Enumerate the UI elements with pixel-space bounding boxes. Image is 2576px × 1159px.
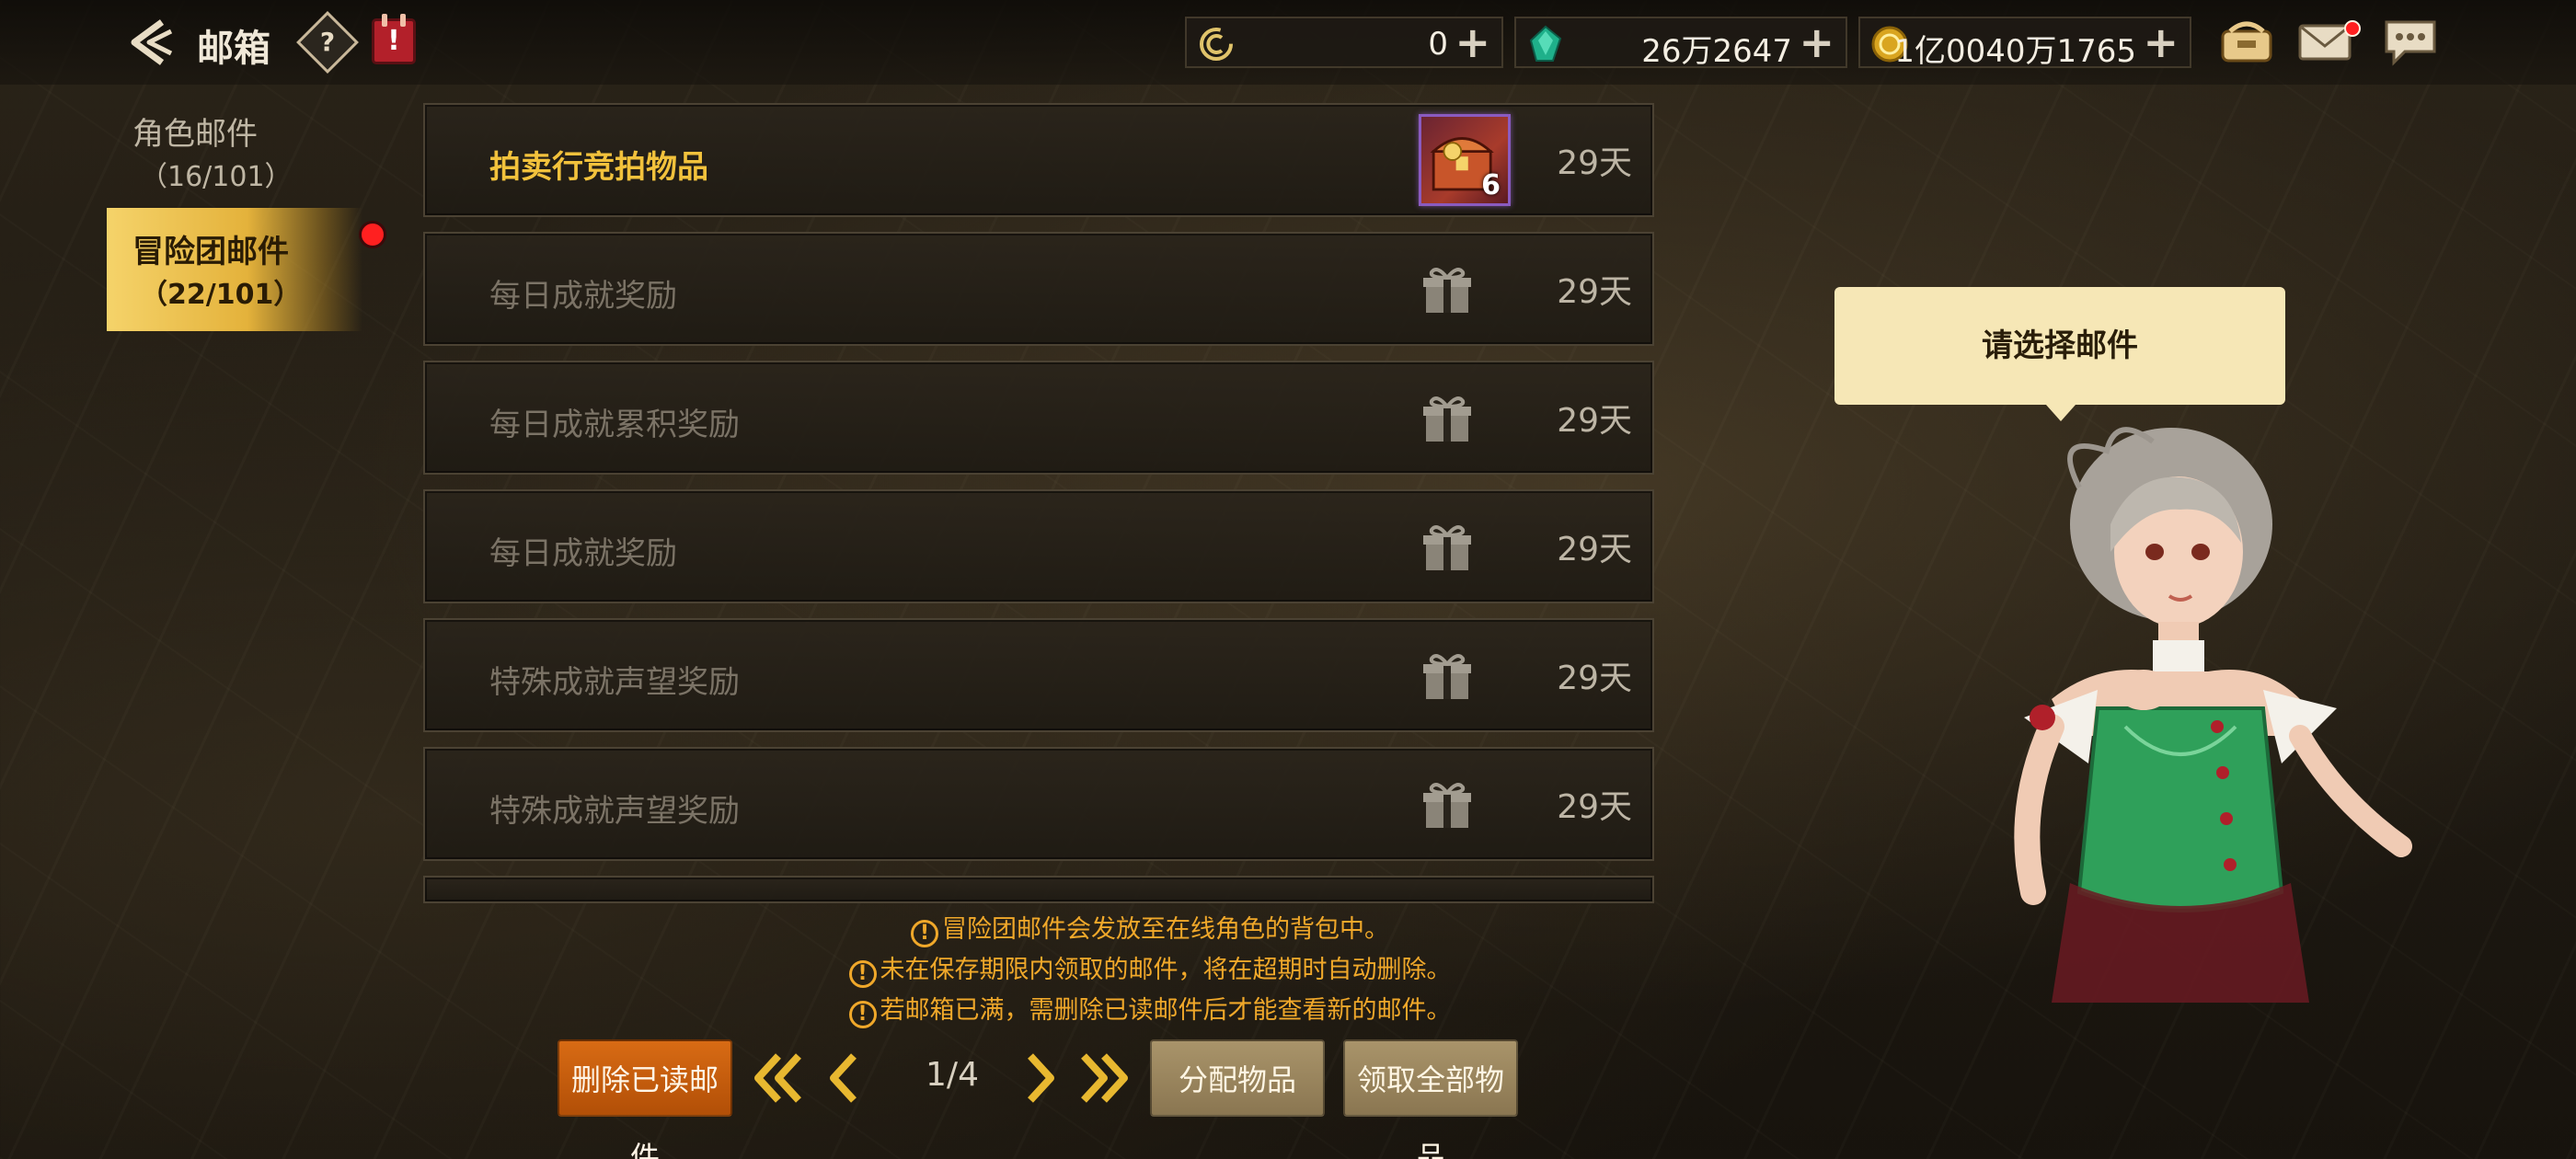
mail-days-left: 29天 (1557, 273, 1632, 311)
currency-c-coin: 0 + (1185, 17, 1503, 68)
mail-subject: 每日成就累积奖励 (489, 407, 740, 443)
tab-count: （22/101） (140, 279, 302, 311)
notice-line: ! 冒险团邮件会发放至在线角色的背包中。 (644, 909, 1656, 947)
mail-days-left: 29天 (1557, 788, 1632, 826)
add-currency-button[interactable]: + (2143, 20, 2179, 64)
gift-icon (1423, 396, 1471, 442)
notice-text: 未在保存期限内领取的邮件，将在超期时自动删除。 (880, 956, 1452, 984)
mail-days-left: 29天 (1557, 144, 1632, 182)
notice-text: 若邮箱已满，需删除已读邮件后才能查看新的邮件。 (880, 996, 1452, 1025)
tab-count: （16/101） (140, 161, 293, 193)
help-mark: ? (319, 27, 336, 57)
calendar-alert-icon[interactable]: ! (372, 14, 416, 64)
currency-gold-coin: 1亿0040万1765 + (1858, 17, 2191, 70)
warning-icon: ! (848, 960, 877, 988)
treasure-chest-icon[interactable]: 6 (1419, 114, 1511, 206)
notice-text: 冒险团邮件会发放至在线角色的背包中。 (942, 915, 1389, 944)
item-quantity: 6 (1481, 169, 1501, 201)
page-title: 邮箱 (197, 28, 270, 70)
gift-icon (1423, 268, 1471, 313)
tab-label: 冒险团邮件 (132, 234, 289, 270)
mail-row[interactable]: 每日成就奖励 29天 (423, 232, 1654, 346)
tab-label: 角色邮件 (132, 116, 258, 153)
warning-icon: ! (911, 920, 938, 947)
notice-line: ! 若邮箱已满，需删除已读邮件后才能查看新的邮件。 (644, 990, 1656, 1028)
page-indicator: 1/4 (926, 1056, 979, 1094)
previous-page-icon[interactable] (817, 1049, 872, 1107)
first-page-icon[interactable] (751, 1049, 806, 1107)
last-page-icon[interactable] (1076, 1049, 1132, 1107)
gift-icon (1423, 525, 1471, 570)
green-gem-icon (1529, 25, 1562, 62)
currency-value: 0 (1428, 26, 1448, 63)
notice-line: ! 未在保存期限内领取的邮件，将在超期时自动删除。 (644, 949, 1656, 988)
mail-subject: 每日成就奖励 (489, 535, 677, 572)
mail-subject: 每日成就奖励 (489, 278, 677, 315)
delete-read-mail-button[interactable]: 删除已读邮件 (558, 1039, 732, 1159)
mail-subject: 特殊成就声望奖励 (489, 793, 740, 830)
tab-notification-dot (359, 221, 386, 248)
tab-adventure-team-mail[interactable]: 冒险团邮件 （22/101） (107, 208, 362, 331)
claim-all-items-button[interactable]: 领取全部物品 (1343, 1039, 1518, 1159)
top-bar: 邮箱 ? ! 0 + 26万2647 + 1亿0040万1765 + (0, 0, 2576, 85)
mail-row[interactable]: 拍卖行竞拍物品 6 29天 (423, 103, 1654, 217)
mail-subject: 拍卖行竞拍物品 (489, 149, 708, 186)
mail-row-partial[interactable] (423, 876, 1654, 903)
mail-row[interactable]: 每日成就累积奖励 29天 (423, 361, 1654, 475)
gift-icon (1423, 654, 1471, 699)
npc-character-illustration (2014, 427, 2412, 1003)
warning-icon: ! (848, 1001, 877, 1028)
next-page-icon[interactable] (1012, 1049, 1067, 1107)
mail-row[interactable]: 每日成就奖励 29天 (423, 489, 1654, 603)
mail-list: 拍卖行竞拍物品 6 29天 每日成就奖励 29天 每日成就累积奖励 29天 每日… (423, 103, 1654, 903)
wallet-icon[interactable] (2217, 15, 2276, 68)
mail-days-left: 29天 (1557, 660, 1632, 697)
mail-row[interactable]: 特殊成就声望奖励 29天 (423, 747, 1654, 861)
currency-value: 1亿0040万1765 (1894, 33, 2136, 70)
mail-days-left: 29天 (1557, 531, 1632, 568)
currency-green-gem: 26万2647 + (1514, 17, 1847, 70)
mail-days-left: 29天 (1557, 402, 1632, 440)
mail-subject: 特殊成就声望奖励 (489, 664, 740, 701)
mail-notification-dot (2344, 20, 2361, 37)
c-coin-icon (1200, 28, 1233, 61)
tab-role-mail[interactable]: 角色邮件 （16/101） (107, 101, 362, 224)
allot-items-button[interactable]: 分配物品 (1150, 1039, 1325, 1117)
back-arrow-icon[interactable] (121, 17, 177, 68)
add-currency-button[interactable]: + (1799, 20, 1834, 64)
chat-icon[interactable] (2381, 15, 2440, 68)
mail-row[interactable]: 特殊成就声望奖励 29天 (423, 618, 1654, 732)
calendar-mark: ! (387, 25, 400, 57)
gift-icon (1423, 783, 1471, 828)
question-diamond-icon[interactable]: ? (296, 11, 359, 74)
speech-bubble: 请选择邮件 (1834, 287, 2285, 421)
add-currency-button[interactable]: + (1455, 20, 1490, 64)
currency-value: 26万2647 (1641, 33, 1792, 70)
